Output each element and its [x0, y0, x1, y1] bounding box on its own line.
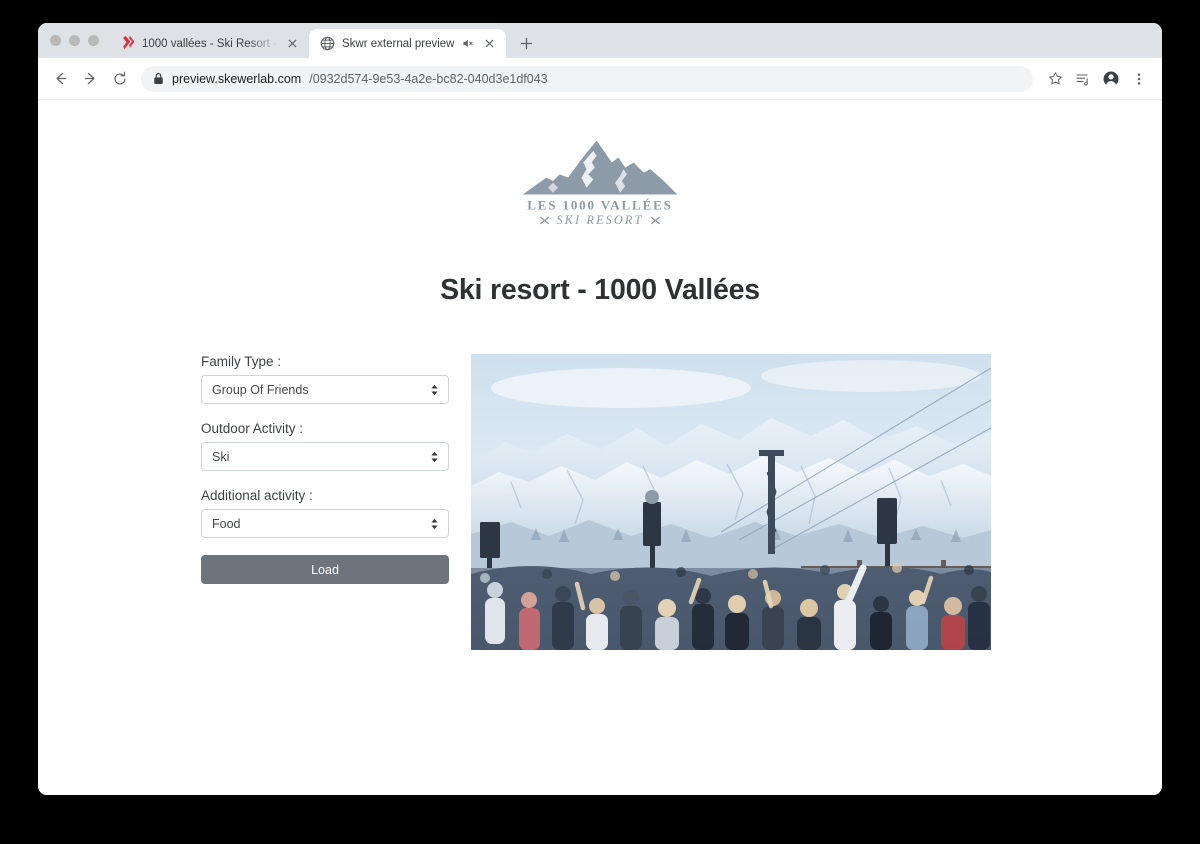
star-icon[interactable]	[1042, 66, 1068, 92]
close-icon[interactable]	[482, 36, 497, 51]
tab-skwr-external-preview[interactable]: Skwr external preview	[309, 29, 507, 58]
resort-photo	[471, 354, 991, 651]
mute-tab-icon[interactable]	[461, 37, 475, 51]
family-type-label: Family Type :	[201, 354, 282, 370]
tab-strip: 1000 vallées - Ski Resort - Ske Skwr ext…	[38, 23, 1162, 58]
additional-activity-label: Additional activity :	[201, 488, 313, 504]
close-window-button[interactable]	[50, 35, 61, 46]
family-type-select[interactable]: Group Of Friends	[201, 375, 449, 405]
chevron-updown-icon	[431, 518, 438, 530]
close-icon[interactable]	[285, 36, 300, 51]
content-row: Family Type : Group Of Friends Outdoor A…	[38, 307, 1162, 651]
browser-window: 1000 vallées - Ski Resort - Ske Skwr ext…	[38, 23, 1162, 795]
address-bar[interactable]: preview.skewerlab.com /0932d574-9e53-4a2…	[141, 65, 1033, 92]
tab-1000-vallees[interactable]: 1000 vallées - Ski Resort - Ske	[109, 29, 309, 58]
lock-icon	[154, 73, 163, 84]
url-path: /0932d574-9e53-4a2e-bc82-040d3e1df043	[309, 71, 548, 86]
les-1000-vallees-logo-icon: LES 1000 VALLÉES SKI RESORT	[522, 140, 678, 227]
site-logo: LES 1000 VALLÉES SKI RESORT	[38, 100, 1162, 226]
logo-primary-text: LES 1000 VALLÉES	[527, 198, 672, 213]
chevron-updown-icon	[431, 384, 438, 396]
reading-list-icon[interactable]	[1070, 66, 1096, 92]
family-type-value: Group Of Friends	[212, 382, 309, 397]
new-tab-button[interactable]	[512, 29, 540, 58]
window-traffic-lights	[46, 23, 109, 58]
logo-secondary-text: SKI RESORT	[556, 213, 643, 227]
browser-toolbar: preview.skewerlab.com /0932d574-9e53-4a2…	[38, 58, 1162, 100]
tab-title: Skwr external preview	[342, 37, 455, 50]
apres-ski-crowd-photo-icon	[471, 354, 991, 651]
globe-icon	[320, 36, 335, 51]
more-menu-icon[interactable]	[1126, 66, 1152, 92]
chevron-updown-icon	[431, 451, 438, 463]
back-arrow-icon[interactable]	[46, 65, 74, 93]
outdoor-activity-label: Outdoor Activity :	[201, 421, 304, 437]
booking-form: Family Type : Group Of Friends Outdoor A…	[201, 354, 449, 650]
skewer-logo-icon	[123, 36, 135, 50]
maximize-window-button[interactable]	[88, 35, 99, 46]
outdoor-activity-select[interactable]: Ski	[201, 442, 449, 472]
page-content: LES 1000 VALLÉES SKI RESORT Ski resort -…	[38, 100, 1162, 795]
additional-activity-select[interactable]: Food	[201, 509, 449, 539]
minimize-window-button[interactable]	[69, 35, 80, 46]
outdoor-activity-value: Ski	[212, 449, 230, 464]
load-button[interactable]: Load	[201, 555, 449, 585]
url-host: preview.skewerlab.com	[172, 71, 302, 86]
page-title: Ski resort - 1000 Vallées	[440, 274, 760, 307]
additional-activity-value: Food	[212, 516, 241, 531]
tab-title: 1000 vallées - Ski Resort - Ske	[142, 37, 278, 50]
profile-avatar-icon[interactable]	[1098, 66, 1124, 92]
reload-icon[interactable]	[106, 65, 134, 93]
load-button-label: Load	[311, 562, 339, 577]
forward-arrow-icon[interactable]	[76, 65, 104, 93]
